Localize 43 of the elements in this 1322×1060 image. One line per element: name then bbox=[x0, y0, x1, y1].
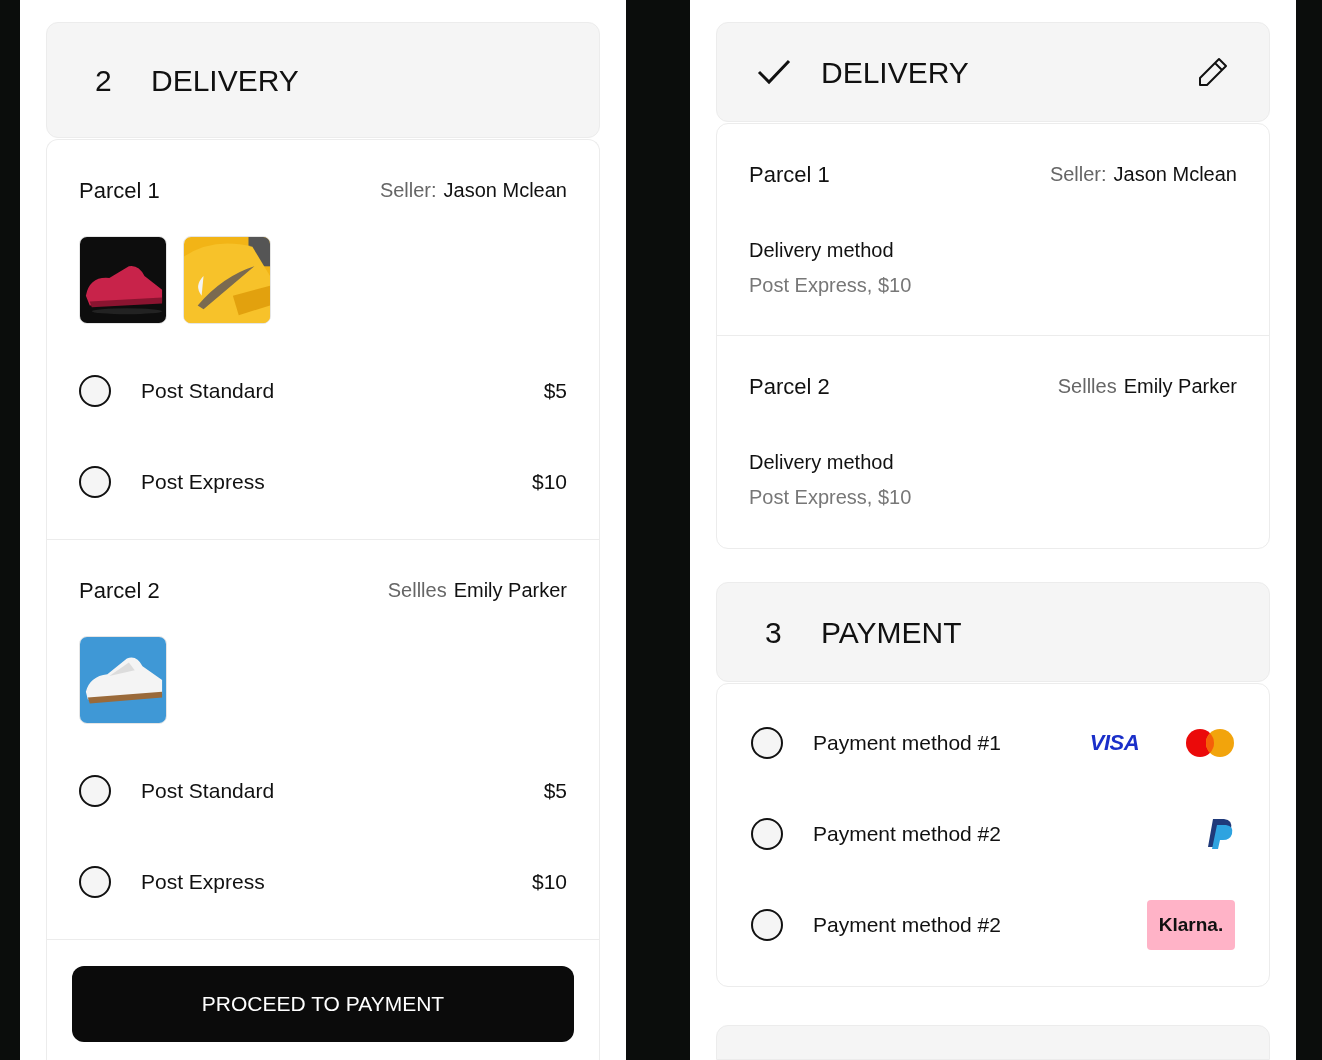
seller-name: Emily Parker bbox=[453, 578, 567, 603]
seller-label: Seller: bbox=[379, 178, 437, 203]
option-price: $10 bbox=[531, 868, 567, 895]
radio-button[interactable] bbox=[79, 865, 111, 898]
radio-button[interactable] bbox=[79, 465, 111, 498]
radio-button[interactable] bbox=[751, 726, 783, 759]
proceed-button[interactable]: PROCEED TO PAYMENT bbox=[72, 966, 574, 1042]
seller-label: Sellles bbox=[387, 578, 447, 603]
parcel-title: Parcel 2 bbox=[749, 373, 830, 402]
seller-label: Seller: bbox=[1049, 162, 1107, 188]
option-label: Post Standard bbox=[141, 777, 276, 804]
seller-name: Jason Mclean bbox=[1113, 162, 1237, 188]
option-price: $10 bbox=[531, 468, 567, 495]
parcel-title: Parcel 1 bbox=[79, 177, 160, 205]
option-label: Post Express bbox=[141, 868, 266, 895]
payment-method-label: Payment method #2 bbox=[813, 821, 1002, 847]
step-number: 3 bbox=[764, 614, 782, 651]
seller-name: Emily Parker bbox=[1123, 374, 1237, 400]
option-label: Post Express bbox=[141, 468, 266, 495]
payment-method-label: Payment method #1 bbox=[813, 730, 1002, 756]
payment-logo: Klarna. bbox=[1147, 899, 1235, 950]
seller-label: Sellles bbox=[1057, 374, 1117, 400]
radio-button[interactable] bbox=[79, 774, 111, 807]
parcel-title: Parcel 1 bbox=[749, 161, 830, 190]
seller-name: Jason Mclean bbox=[443, 178, 567, 203]
section-title: DELIVERY bbox=[151, 62, 300, 99]
step-number: 2 bbox=[94, 62, 112, 99]
option-label: Post Standard bbox=[141, 377, 276, 404]
section-title: PAYMENT bbox=[821, 614, 963, 651]
method-label: Delivery method bbox=[749, 450, 895, 476]
radio-button[interactable] bbox=[751, 908, 783, 941]
parcel-title: Parcel 2 bbox=[79, 577, 160, 605]
section-title: DELIVERY bbox=[821, 54, 970, 91]
radio-button[interactable] bbox=[751, 817, 783, 850]
method-label: Delivery method bbox=[749, 238, 895, 264]
method-value: Post Express, $10 bbox=[749, 273, 913, 299]
method-value: Post Express, $10 bbox=[749, 485, 913, 511]
card-logo: VISA bbox=[1089, 729, 1139, 758]
radio-button[interactable] bbox=[79, 374, 111, 407]
option-price: $5 bbox=[543, 377, 567, 404]
option-price: $5 bbox=[543, 777, 567, 804]
payment-method-label: Payment method #2 bbox=[813, 912, 1002, 938]
edit-icon[interactable] bbox=[1197, 56, 1229, 89]
